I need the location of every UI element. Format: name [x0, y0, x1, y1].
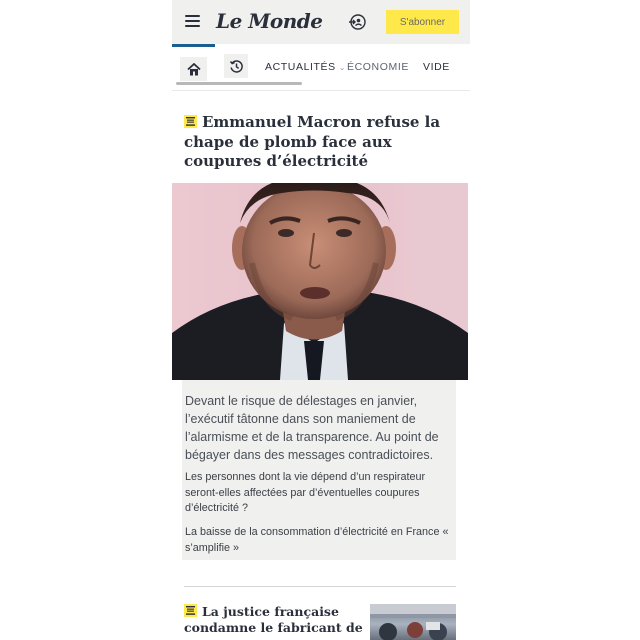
nav-scroll-indicator [176, 82, 302, 85]
tab-economie[interactable]: ÉCONOMIE [347, 61, 409, 73]
related-article-link[interactable]: La baisse de la consommation d’électrici… [185, 525, 455, 556]
tab-videos[interactable]: VIDE [423, 61, 450, 73]
top-bar: Le Monde S'abonner [172, 0, 470, 44]
mobile-page: Le Monde S'abonner ACTUALITÉS ⌄ ÉCONOMIE… [172, 0, 470, 640]
second-article-title: La justice française condamne le fabrica… [184, 604, 363, 635]
lead-article-title: Emmanuel Macron refuse la chape de plomb… [184, 113, 441, 170]
divider [184, 586, 456, 587]
site-logo[interactable]: Le Monde [216, 9, 323, 33]
section-nav: ACTUALITÉS ⌄ ÉCONOMIE VIDE [172, 44, 470, 91]
lead-article-headline[interactable]: Emmanuel Macron refuse la chape de plomb… [184, 113, 460, 172]
live-badge-icon [184, 604, 197, 617]
menu-icon[interactable] [185, 14, 201, 28]
tab-label: ACTUALITÉS [265, 61, 336, 73]
related-article-link[interactable]: Les personnes dont la vie dépend d’un re… [185, 470, 455, 517]
history-icon [229, 59, 243, 73]
second-article-thumbnail[interactable] [370, 604, 456, 640]
lead-article-summary-box: Devant le risque de délestages en janvie… [182, 380, 456, 560]
live-badge-icon [184, 115, 197, 128]
home-icon [186, 62, 201, 75]
tab-actualites[interactable]: ACTUALITÉS ⌄ [265, 61, 346, 73]
lead-article-summary: Devant le risque de délestages en janvie… [185, 394, 439, 462]
lead-article-photo[interactable] [172, 183, 468, 380]
second-article-headline[interactable]: La justice française condamne le fabrica… [184, 604, 364, 636]
tab-history[interactable] [224, 54, 248, 78]
login-icon[interactable] [348, 13, 366, 31]
chevron-down-icon: ⌄ [338, 63, 347, 72]
subscribe-button[interactable]: S'abonner [386, 10, 459, 34]
